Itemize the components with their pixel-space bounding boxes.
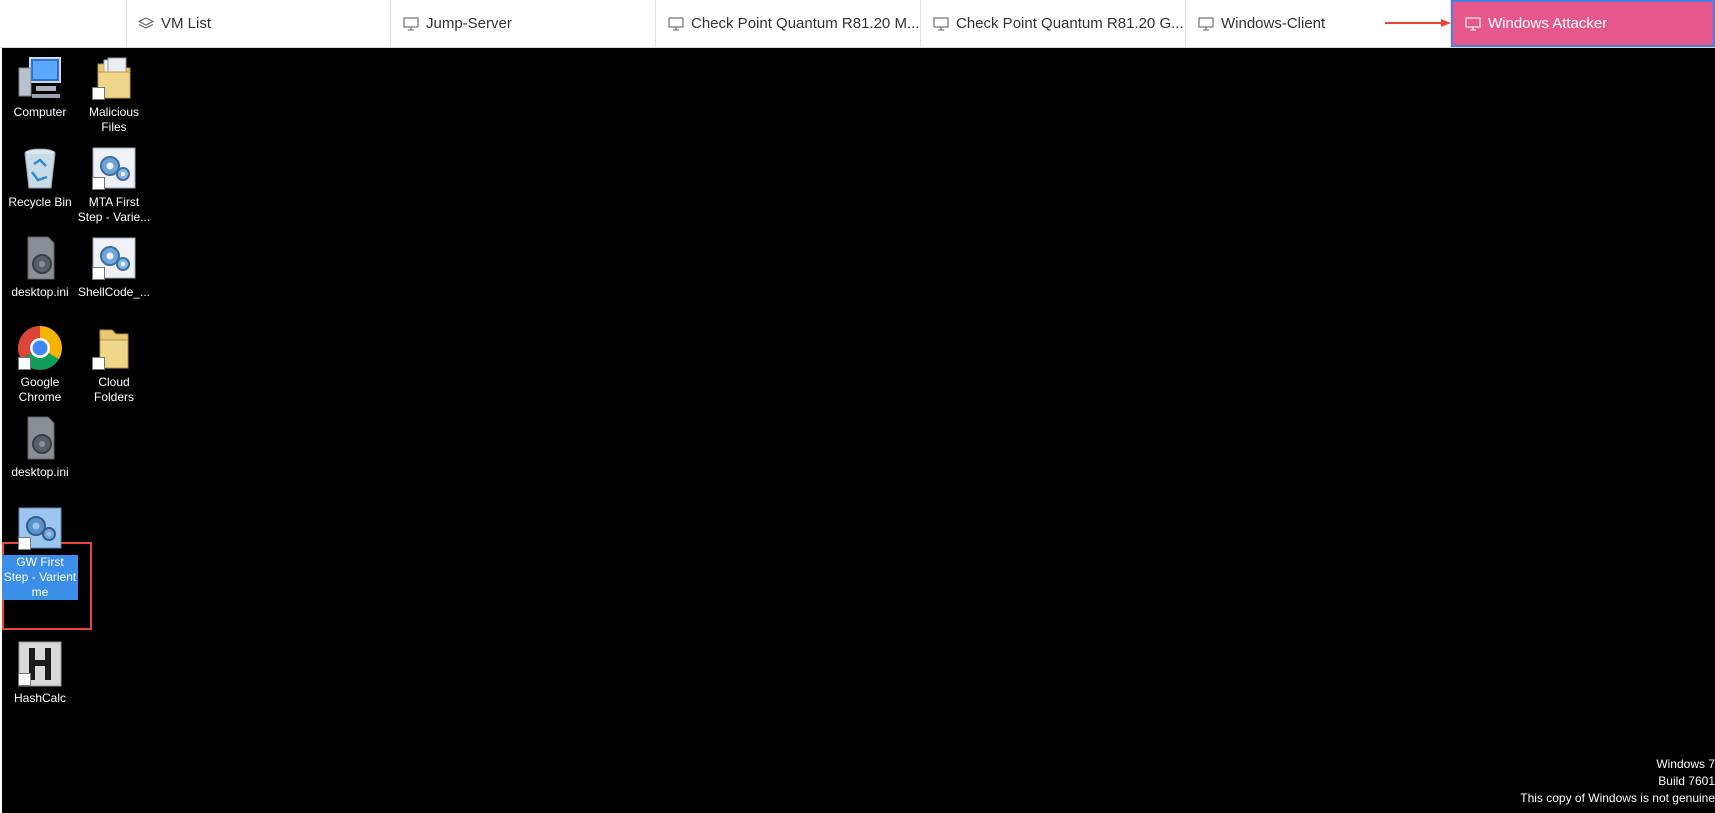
tab-label: Check Point Quantum R81.20 G... (956, 15, 1184, 32)
layers-icon (138, 16, 154, 29)
vm-tab-bar: VM List Jump-Server Check Point Quantum … (0, 0, 1715, 48)
desktop-icon-gw-first-step[interactable]: GW First Step - Varient me (2, 504, 78, 600)
tab-vm-list[interactable]: VM List (126, 0, 391, 47)
shortcut-arrow-icon (92, 267, 105, 280)
tab-checkpoint-g[interactable]: Check Point Quantum R81.20 G... (921, 0, 1186, 47)
tab-label: VM List (161, 15, 212, 32)
monitor-icon (403, 16, 419, 31)
desktop-icon-shellcode[interactable]: ShellCode_... (76, 234, 152, 300)
gear-shortcut-icon (16, 504, 64, 552)
icon-label: ShellCode_... (77, 285, 151, 299)
monitor-icon (1465, 16, 1481, 31)
gear-shortcut-icon (90, 234, 138, 282)
tab-label: Windows Attacker (1488, 15, 1608, 32)
desktop-icon-malicious-files[interactable]: Malicious Files (76, 54, 152, 135)
desktop-icon-desktop-ini[interactable]: desktop.ini (2, 234, 78, 300)
monitor-icon (668, 16, 684, 31)
hashcalc-icon (16, 640, 64, 688)
shortcut-arrow-icon (92, 177, 105, 190)
icon-label: desktop.ini (11, 285, 69, 299)
desktop-icon-google-chrome[interactable]: Google Chrome (2, 324, 78, 405)
tab-jump-server[interactable]: Jump-Server (391, 0, 656, 47)
icon-label: Malicious Files (88, 105, 139, 134)
desktop-icon-hashcalc[interactable]: HashCalc (2, 640, 78, 706)
remote-desktop[interactable]: Computer Malicious Files Recycle Bin MTA… (2, 48, 1715, 813)
icon-label: desktop.ini (11, 465, 69, 479)
monitor-icon (1198, 16, 1214, 31)
tab-bar-spacer (0, 0, 127, 47)
chrome-icon (16, 324, 64, 372)
icon-label: Recycle Bin (8, 195, 72, 209)
folder-shortcut-icon (90, 54, 138, 102)
desktop-icon-desktop-ini-2[interactable]: desktop.ini (2, 414, 78, 480)
watermark-line-2: Build 7601 (1658, 774, 1715, 788)
shortcut-arrow-icon (92, 357, 105, 370)
gear-shortcut-icon (90, 144, 138, 192)
icon-label: Computer (13, 105, 67, 119)
desktop-icon-computer[interactable]: Computer (2, 54, 78, 120)
watermark-line-3: This copy of Windows is not genuine (1520, 791, 1715, 805)
shortcut-arrow-icon (18, 537, 31, 550)
shortcut-arrow-icon (18, 673, 31, 686)
windows-watermark: Windows 7 Build 7601 This copy of Window… (1520, 756, 1715, 807)
recycle-bin-icon (16, 144, 64, 192)
folder-shortcut-icon (90, 324, 138, 372)
tab-checkpoint-m[interactable]: Check Point Quantum R81.20 M... (656, 0, 921, 47)
watermark-line-1: Windows 7 (1656, 757, 1715, 771)
settings-file-icon (16, 414, 64, 462)
icon-label: HashCalc (13, 691, 67, 705)
monitor-icon (933, 16, 949, 31)
desktop-icon-mta-first-step[interactable]: MTA First Step - Varie... (76, 144, 152, 225)
tab-label: Jump-Server (426, 15, 512, 32)
icon-label: Cloud Folders (93, 375, 134, 404)
shortcut-arrow-icon (92, 87, 105, 100)
computer-icon (16, 54, 64, 102)
tab-label: Windows-Client (1221, 15, 1326, 32)
settings-file-icon (16, 234, 64, 282)
desktop-icon-cloud-folders[interactable]: Cloud Folders (76, 324, 152, 405)
icon-label: MTA First Step - Varie... (77, 195, 151, 224)
icon-label: GW First Step - Varient me (2, 555, 78, 600)
tab-windows-attacker[interactable]: Windows Attacker (1451, 0, 1715, 47)
desktop-icon-recycle-bin[interactable]: Recycle Bin (2, 144, 78, 210)
tab-label: Check Point Quantum R81.20 M... (691, 15, 920, 32)
shortcut-arrow-icon (18, 357, 31, 370)
icon-label: Google Chrome (18, 375, 62, 404)
annotation-arrow-icon (1385, 19, 1451, 27)
